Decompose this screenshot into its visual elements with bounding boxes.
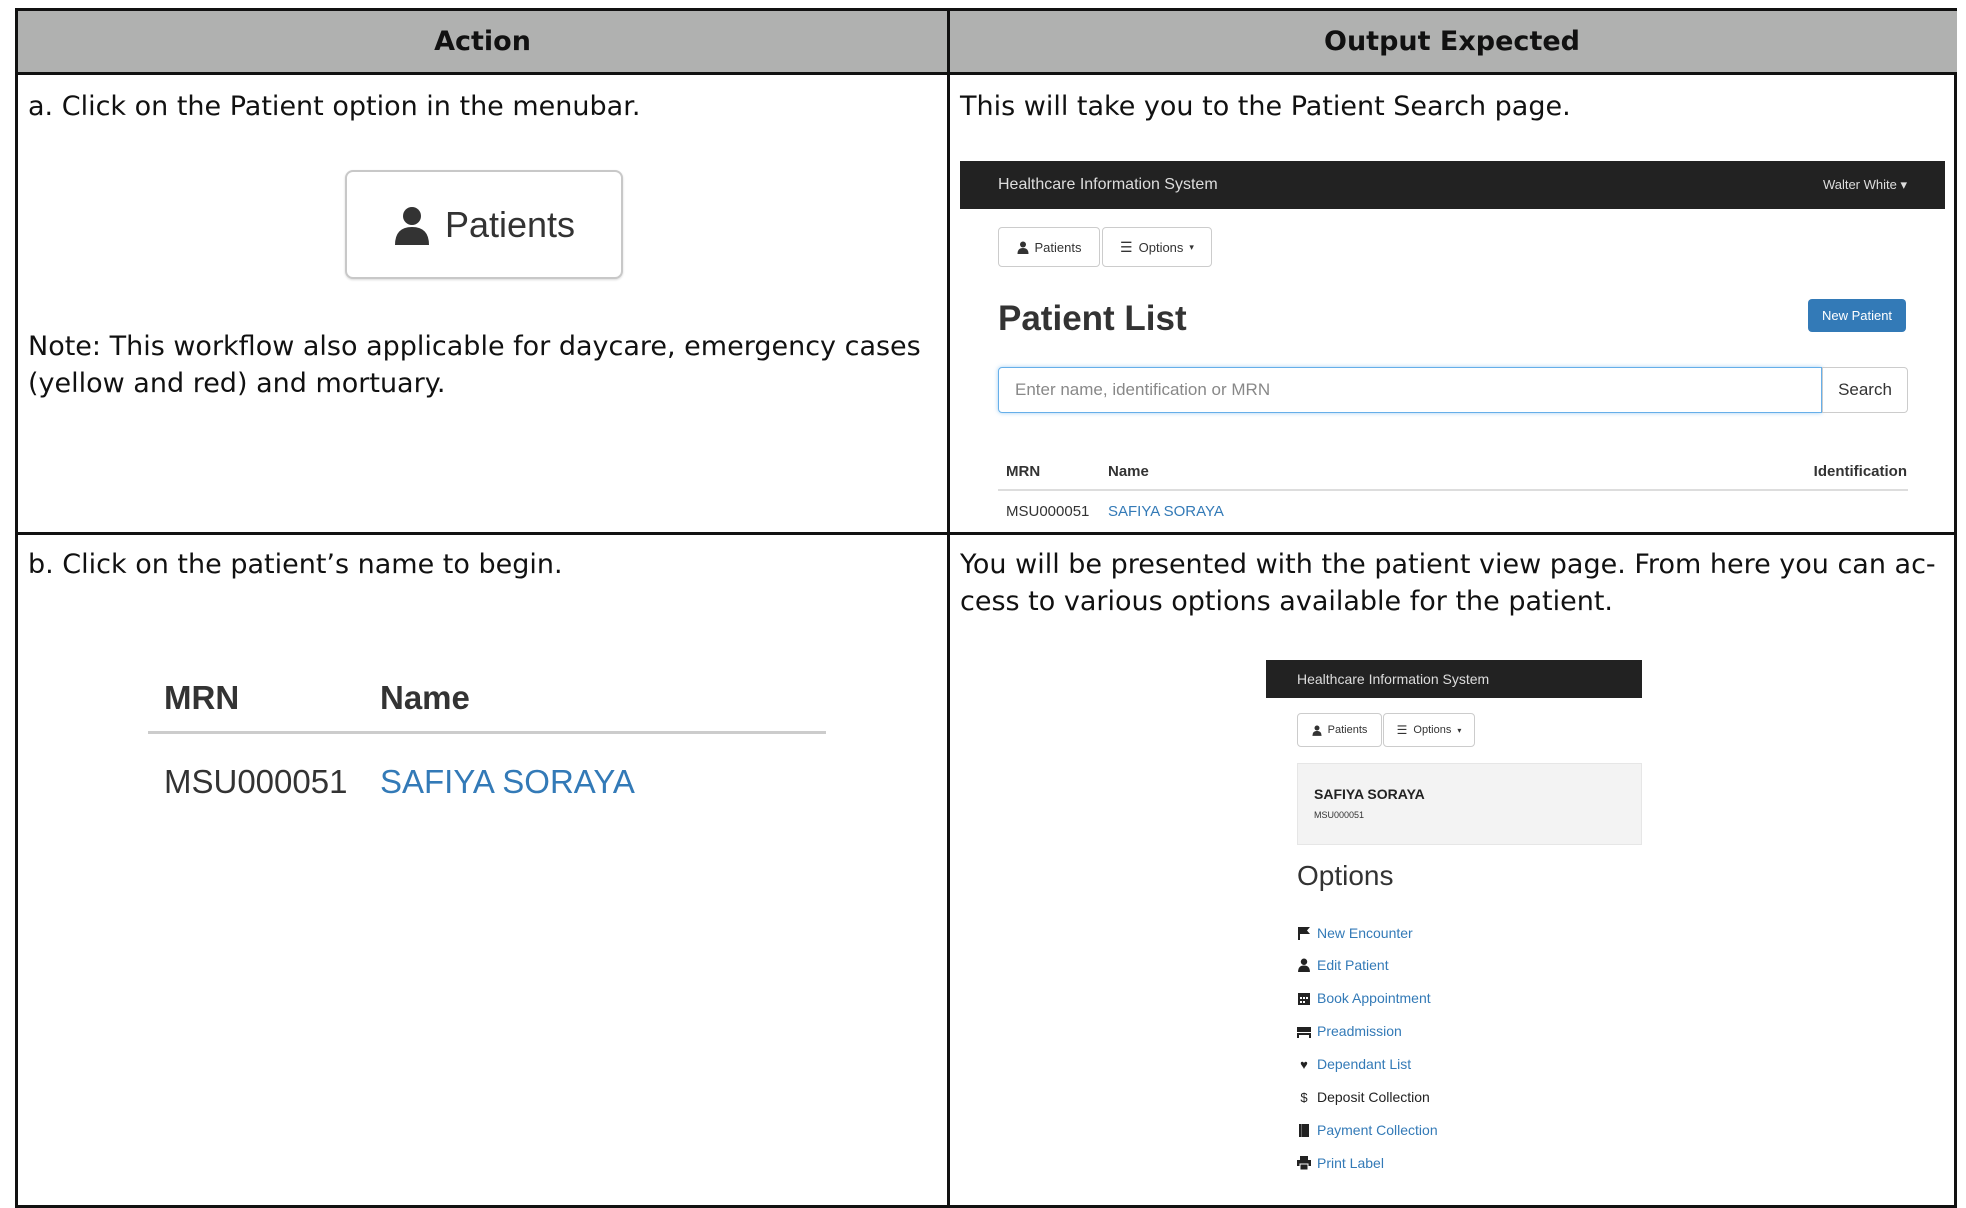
- user-icon: [394, 206, 429, 245]
- row-patient-name: SAFIYA SORAYA: [380, 763, 635, 800]
- patients-button: Patients: [1297, 713, 1382, 747]
- table-divider: [998, 489, 1908, 491]
- user-menu: Walter White ▾: [1822, 177, 1907, 192]
- user-icon: [1017, 241, 1028, 254]
- menu-icon: ☰: [1120, 238, 1133, 255]
- user-icon: [1312, 725, 1322, 736]
- heart-icon: ♥: [1300, 1056, 1308, 1072]
- option-dependant-list: ♥ Dependant List: [1297, 1056, 1411, 1072]
- option-book-appointment: Book Appointment: [1297, 990, 1431, 1006]
- row-a-note: Note: This workflow also applicable for …: [28, 331, 921, 399]
- instruction-table: Action Output Expected a. Click on the P…: [15, 8, 1957, 1208]
- option-print-label: Print Label: [1297, 1155, 1384, 1171]
- patient-table-zoom: MRN Name MSU000051 SAFIYA SORAYA: [148, 661, 828, 811]
- header-output: Output Expected: [947, 11, 1957, 75]
- page-title: Patient List: [998, 299, 1187, 338]
- row-a-action-text: a. Click on the Patient option in the me…: [28, 91, 641, 122]
- column-header-identification: Identification: [1813, 463, 1907, 480]
- user-icon: [1298, 958, 1310, 972]
- patient-search-screenshot: Healthcare Information System Walter Whi…: [960, 161, 1945, 526]
- menu-icon: ☰: [1396, 723, 1408, 737]
- book-icon: [1299, 1124, 1309, 1137]
- print-icon: [1297, 1156, 1311, 1170]
- patient-view-screenshot: Healthcare Information System Patients ☰…: [1266, 660, 1646, 1180]
- app-navbar: Healthcare Information System: [1266, 660, 1642, 698]
- search-input: Enter name, identification or MRN: [998, 367, 1822, 413]
- options-button: ☰ Options ▾: [1383, 713, 1475, 747]
- patient-name: SAFIYA SORAYA: [1314, 786, 1425, 802]
- search-button: Search: [1822, 367, 1908, 413]
- option-new-encounter: New Encounter: [1297, 925, 1413, 941]
- row-b-output-text: You will be presented with the patient v…: [960, 549, 1936, 617]
- header-action: Action: [18, 11, 947, 75]
- row-divider: [18, 532, 1954, 535]
- row-mrn: MSU000051: [164, 763, 348, 800]
- row-mrn: MSU000051: [1006, 503, 1090, 520]
- calendar-icon: [1298, 993, 1310, 1005]
- bed-icon: [1297, 1027, 1311, 1038]
- option-deposit-collection: $ Deposit Collection: [1297, 1089, 1429, 1105]
- app-title: Healthcare Information System: [998, 176, 1218, 193]
- app-navbar: Healthcare Information System Walter Whi…: [960, 161, 1945, 209]
- row-a-output-text: This will take you to the Patient Search…: [960, 91, 1571, 122]
- options-button: ☰ Options ▾: [1102, 227, 1212, 267]
- patients-button-large: Patients: [345, 170, 623, 279]
- column-header-mrn: MRN: [1006, 463, 1041, 480]
- flag-icon: [1298, 927, 1310, 940]
- column-header-name: Name: [1108, 463, 1149, 480]
- dollar-icon: $: [1300, 1089, 1308, 1105]
- options-title: Options: [1297, 860, 1394, 891]
- patient-mrn: MSU000051: [1314, 810, 1365, 820]
- column-header-name: Name: [380, 679, 470, 716]
- patient-summary-panel: SAFIYA SORAYA MSU000051: [1297, 763, 1642, 845]
- option-preadmission: Preadmission: [1297, 1023, 1402, 1039]
- new-patient-button: New Patient: [1808, 299, 1906, 332]
- option-payment-collection: Payment Collection: [1297, 1122, 1438, 1138]
- table-divider: [148, 731, 826, 734]
- row-b-action-text: b. Click on the patient’s name to begin.: [28, 549, 563, 580]
- column-divider: [947, 11, 950, 1205]
- column-header-mrn: MRN: [164, 679, 240, 716]
- row-patient-name: SAFIYA SORAYA: [1108, 503, 1224, 520]
- patients-button: Patients: [998, 227, 1100, 267]
- option-edit-patient: Edit Patient: [1297, 957, 1389, 973]
- app-title: Healthcare Information System: [1297, 671, 1490, 687]
